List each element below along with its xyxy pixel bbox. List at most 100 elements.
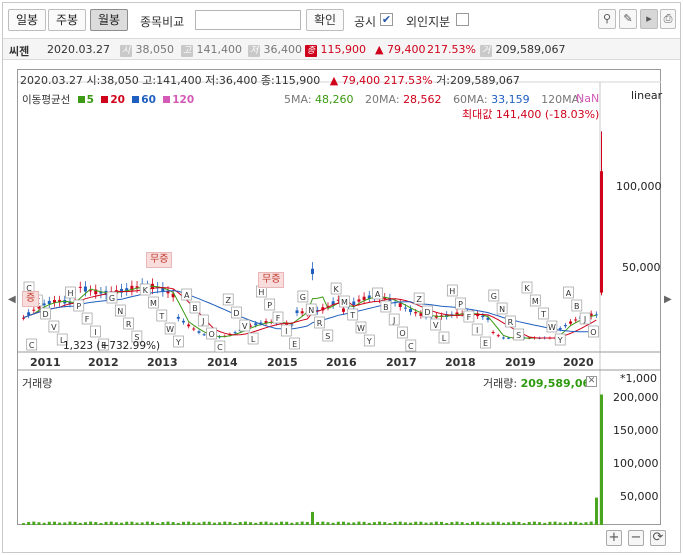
disclosure-marker-letter: Y	[366, 337, 372, 346]
volume-bar	[409, 522, 413, 525]
volume-bar	[259, 521, 263, 525]
max-value-label: 최대값 141,400 (-18.03%)	[462, 108, 600, 121]
ma60-swatch	[132, 96, 140, 103]
volume-bar	[140, 522, 144, 525]
volume-bar	[145, 521, 149, 525]
disclosure-marker-letter: L	[251, 335, 256, 344]
year-label: 2016	[326, 356, 357, 369]
volume-bar	[73, 521, 77, 525]
volume-bar	[285, 521, 289, 525]
disclosure-marker-letter: C	[29, 341, 35, 350]
candle	[295, 310, 299, 314]
event-tag-left[interactable]: 증	[22, 291, 40, 307]
volume-bar	[367, 522, 371, 525]
volume-bar	[58, 522, 62, 525]
volume-bar	[120, 522, 124, 525]
disclosure-marker-letter: G	[300, 293, 306, 302]
volume-bar	[27, 521, 31, 525]
candle	[83, 286, 87, 292]
ma-legend-label: 이동평균선	[22, 94, 71, 106]
candle	[507, 337, 511, 339]
disclosure-marker-letter: P	[76, 302, 81, 311]
volume-bar	[352, 522, 356, 525]
volume-bar	[414, 521, 418, 525]
volume-bar	[181, 521, 185, 525]
volume-bar	[336, 521, 340, 525]
candle	[409, 308, 413, 313]
zoom-out-button[interactable]: −	[628, 530, 644, 546]
volume-bar	[378, 521, 382, 525]
candle	[491, 331, 495, 334]
scroll-left-icon[interactable]: ◀	[8, 292, 16, 308]
volume-tick: 200,000	[613, 391, 659, 404]
candle	[501, 337, 505, 339]
candle	[403, 307, 407, 309]
volume-bar	[135, 522, 139, 525]
candle	[192, 328, 196, 330]
volume-bar	[83, 522, 87, 525]
disclosure-marker-letter: O	[399, 329, 405, 338]
event-tag-bonus-issue[interactable]: 무증	[146, 252, 173, 268]
volume-bar	[538, 522, 542, 525]
volume-bar	[455, 521, 459, 525]
volume-bar	[202, 521, 206, 525]
disclosure-marker-letter: M	[150, 299, 157, 308]
candle	[563, 325, 567, 327]
ma5-value: 48,260	[315, 93, 354, 106]
volume-bar	[579, 522, 583, 525]
zoom-in-button[interactable]: +	[606, 530, 622, 546]
disclosure-marker-letter: N	[499, 305, 505, 314]
event-tag-bonus-issue[interactable]: 무증	[258, 272, 285, 288]
volume-bar	[595, 497, 598, 525]
ohlc-change: ▲ 79,400 217.53%	[329, 74, 433, 87]
volume-bar	[280, 521, 284, 525]
volume-bar	[114, 522, 118, 525]
disclosure-marker-letter: F	[467, 313, 472, 322]
volume-bar	[440, 521, 444, 525]
volume-bar	[341, 521, 345, 525]
scale-mode-label[interactable]: linear	[631, 89, 662, 102]
disclosure-marker-letter: I	[285, 327, 287, 336]
disclosure-marker-letter: V	[433, 321, 439, 330]
candle	[254, 323, 258, 326]
volume-bar	[357, 521, 361, 525]
volume-bar	[388, 523, 392, 525]
volume-bar	[419, 521, 423, 525]
volume-bar	[372, 522, 376, 525]
candle	[569, 321, 573, 324]
year-label: 2015	[267, 356, 298, 369]
volume-readout: 거래량: 209,589,067	[483, 375, 598, 391]
volume-bar	[362, 521, 366, 525]
volume-bar	[393, 521, 397, 525]
candle	[558, 328, 562, 330]
volume-bar	[264, 521, 268, 525]
volume-bar	[176, 522, 180, 525]
ohlc-readout: 2020.03.27 시:38,050 고:141,400 저:36,400 종…	[20, 72, 520, 88]
candle	[341, 308, 345, 312]
disclosure-marker-letter: J	[201, 317, 204, 326]
disclosure-marker-letter: H	[67, 289, 73, 298]
candle	[78, 286, 82, 288]
volume-bar	[125, 521, 129, 525]
close-icon[interactable]: ✕	[586, 376, 597, 387]
volume-bar	[563, 522, 567, 525]
disclosure-marker-letter: I	[476, 326, 478, 335]
ma20-label: 20MA:	[365, 93, 400, 106]
candle	[47, 300, 51, 305]
volume-bar	[52, 521, 56, 525]
volume-bar	[460, 522, 464, 525]
volume-bar	[398, 521, 402, 525]
refresh-button[interactable]: ⟳	[650, 530, 666, 546]
scroll-right-icon[interactable]: ▶	[664, 292, 672, 308]
candle	[496, 335, 500, 337]
disclosure-marker-letter: A	[566, 289, 572, 298]
disclosure-marker-letter: D	[43, 310, 49, 319]
volume-bar	[527, 522, 531, 525]
disclosure-marker-letter: R	[508, 318, 514, 327]
volume-bar	[584, 522, 588, 525]
volume-bar	[78, 522, 82, 525]
candle	[352, 301, 356, 306]
year-label: 2012	[88, 356, 119, 369]
disclosure-marker-letter: B	[192, 304, 198, 313]
disclosure-marker-letter: N	[117, 307, 123, 316]
